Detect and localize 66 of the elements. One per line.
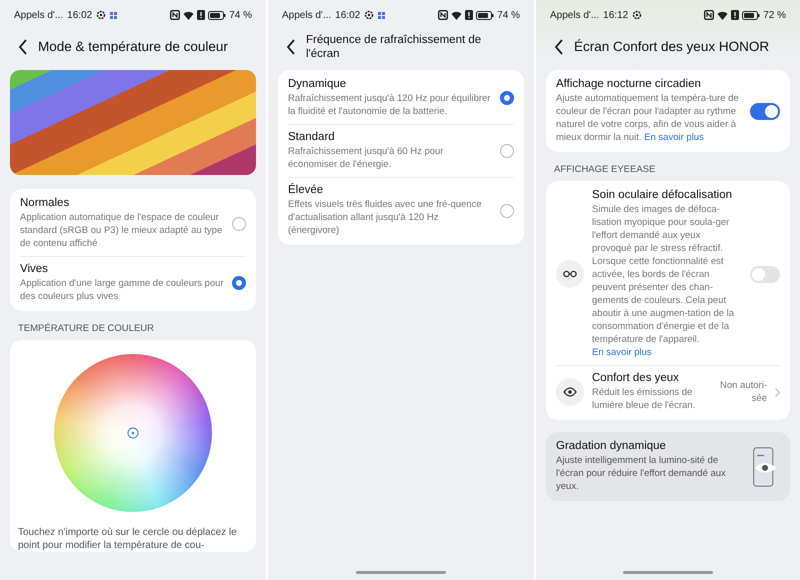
option-title: Normales <box>20 197 70 209</box>
setting-value: Non autori-sée <box>719 379 767 405</box>
nfc-icon <box>438 10 448 20</box>
battery-icon <box>476 10 494 20</box>
setting-title: Affichage nocturne circadien <box>556 78 702 90</box>
battery-percent: 74 % <box>229 10 252 20</box>
section-heading: AFFICHAGE EYEEASE <box>553 164 656 175</box>
carrier-label: Appels d'... <box>550 10 600 20</box>
battery-icon <box>208 10 226 20</box>
clock: 16:02 <box>335 10 360 20</box>
radio-button[interactable] <box>232 276 246 290</box>
chevron-right-icon <box>775 388 780 396</box>
learn-more-link[interactable]: En savoir plus <box>644 132 704 143</box>
option-description: Rafraîchissement jusqu'à 120 Hz pour équilibrer la fluidité et l'autonomie de la batterie. <box>288 92 492 118</box>
alert-icon <box>731 10 740 20</box>
back-icon[interactable] <box>18 39 28 55</box>
learn-more-link[interactable]: En savoir plus <box>592 347 652 358</box>
radio-button[interactable] <box>500 91 514 105</box>
battery-percent: 74 % <box>497 10 520 20</box>
toggle-switch[interactable] <box>750 266 780 282</box>
wifi-icon <box>183 10 194 20</box>
section-heading: TEMPÉRATURE DE COULEUR <box>17 323 156 334</box>
page-title: Mode & température de couleur <box>38 38 228 56</box>
radio-button[interactable] <box>232 216 246 230</box>
gear-icon <box>364 10 374 20</box>
feature-title: Gradation dynamique <box>556 440 667 452</box>
battery-percent: 72 % <box>763 10 786 20</box>
alert-icon <box>197 10 206 20</box>
feature-description: Ajuste intelligemment la lumino-sité de l'écran pour réduire l'effort demandé aux yeux. <box>556 454 727 493</box>
back-icon[interactable] <box>286 39 296 55</box>
setting-title: Soin oculaire défocalisation <box>592 189 734 201</box>
option-description: Effets visuels très fluides avec une fré-quence d'actualisation allant jusqu'à 120 Hz (énergivore) <box>288 198 483 237</box>
gear-icon <box>96 10 106 20</box>
option-title: Standard <box>288 131 336 143</box>
radio-button[interactable] <box>500 204 514 218</box>
target-handle-icon[interactable] <box>127 427 139 439</box>
option-title: Élevée <box>288 184 324 196</box>
option-description: Application d'une large gamme de couleurs pour des couleurs plus vives <box>20 277 224 303</box>
alert-icon <box>465 10 474 20</box>
clock: 16:02 <box>67 10 92 20</box>
feature-card[interactable]: Gradation dynamique Ajuste intelligemment la lumino-sité de l'écran pour réduire l'effort demandé aux yeux. <box>546 432 790 501</box>
carrier-label: Appels d'... <box>282 10 332 20</box>
glasses-icon <box>556 260 584 288</box>
option-title: Dynamique <box>288 78 348 90</box>
option-title: Vives <box>20 263 49 275</box>
setting-description: Ajuste automatiquement la tempéra-ture de couleur de l'écran pour l'adapter au rythme naturel de votre corps, afin de vous aider à mieux dormir la nuit. En savoir plus <box>556 92 740 144</box>
option-description: Application automatique de l'espace de couleur standard (sRGB ou P3) le mieux adapté au type de contenu affiché <box>20 211 224 250</box>
radio-button[interactable] <box>500 144 514 158</box>
toggle-switch[interactable] <box>750 102 780 120</box>
battery-icon <box>742 10 760 20</box>
back-icon[interactable] <box>554 39 564 55</box>
carrier-label: Appels d'... <box>14 10 64 20</box>
wifi-icon <box>451 10 462 20</box>
option-description: Rafraîchissement jusqu'à 60 Hz pour économiser de l'énergie. <box>288 145 444 171</box>
nfc-icon <box>704 10 714 20</box>
page-title: Écran Confort des yeux HONOR <box>574 38 770 56</box>
setting-description: Réduit les émissions de lumière bleue de l'écran. <box>592 386 696 412</box>
wheel-instructions: Touchez n'importe où sur le cercle ou déplacez le point pour modifier la température de cou- <box>18 526 238 552</box>
gear-icon <box>632 10 642 20</box>
nfc-icon <box>170 10 180 20</box>
page-title: Fréquence de rafraîchissement de l'écran <box>306 32 482 62</box>
clock: 16:12 <box>603 10 628 20</box>
eye-icon <box>556 378 584 406</box>
setting-description: Simule des images de défoca-lisation myopique pour soula-ger l'effort demandé aux yeux provoqué par le stress réfractif. Lorsque cette fonctionnalité est activée, les bords de l'écran peuvent présenter des chan-gements de couleurs. Cela peut aboutir à une augmen-tation de la consommation d'énergie et de la température de l'appareil. En savoir plus <box>592 203 736 359</box>
wifi-icon <box>717 10 728 20</box>
setting-title: Confort des yeux <box>592 372 680 384</box>
